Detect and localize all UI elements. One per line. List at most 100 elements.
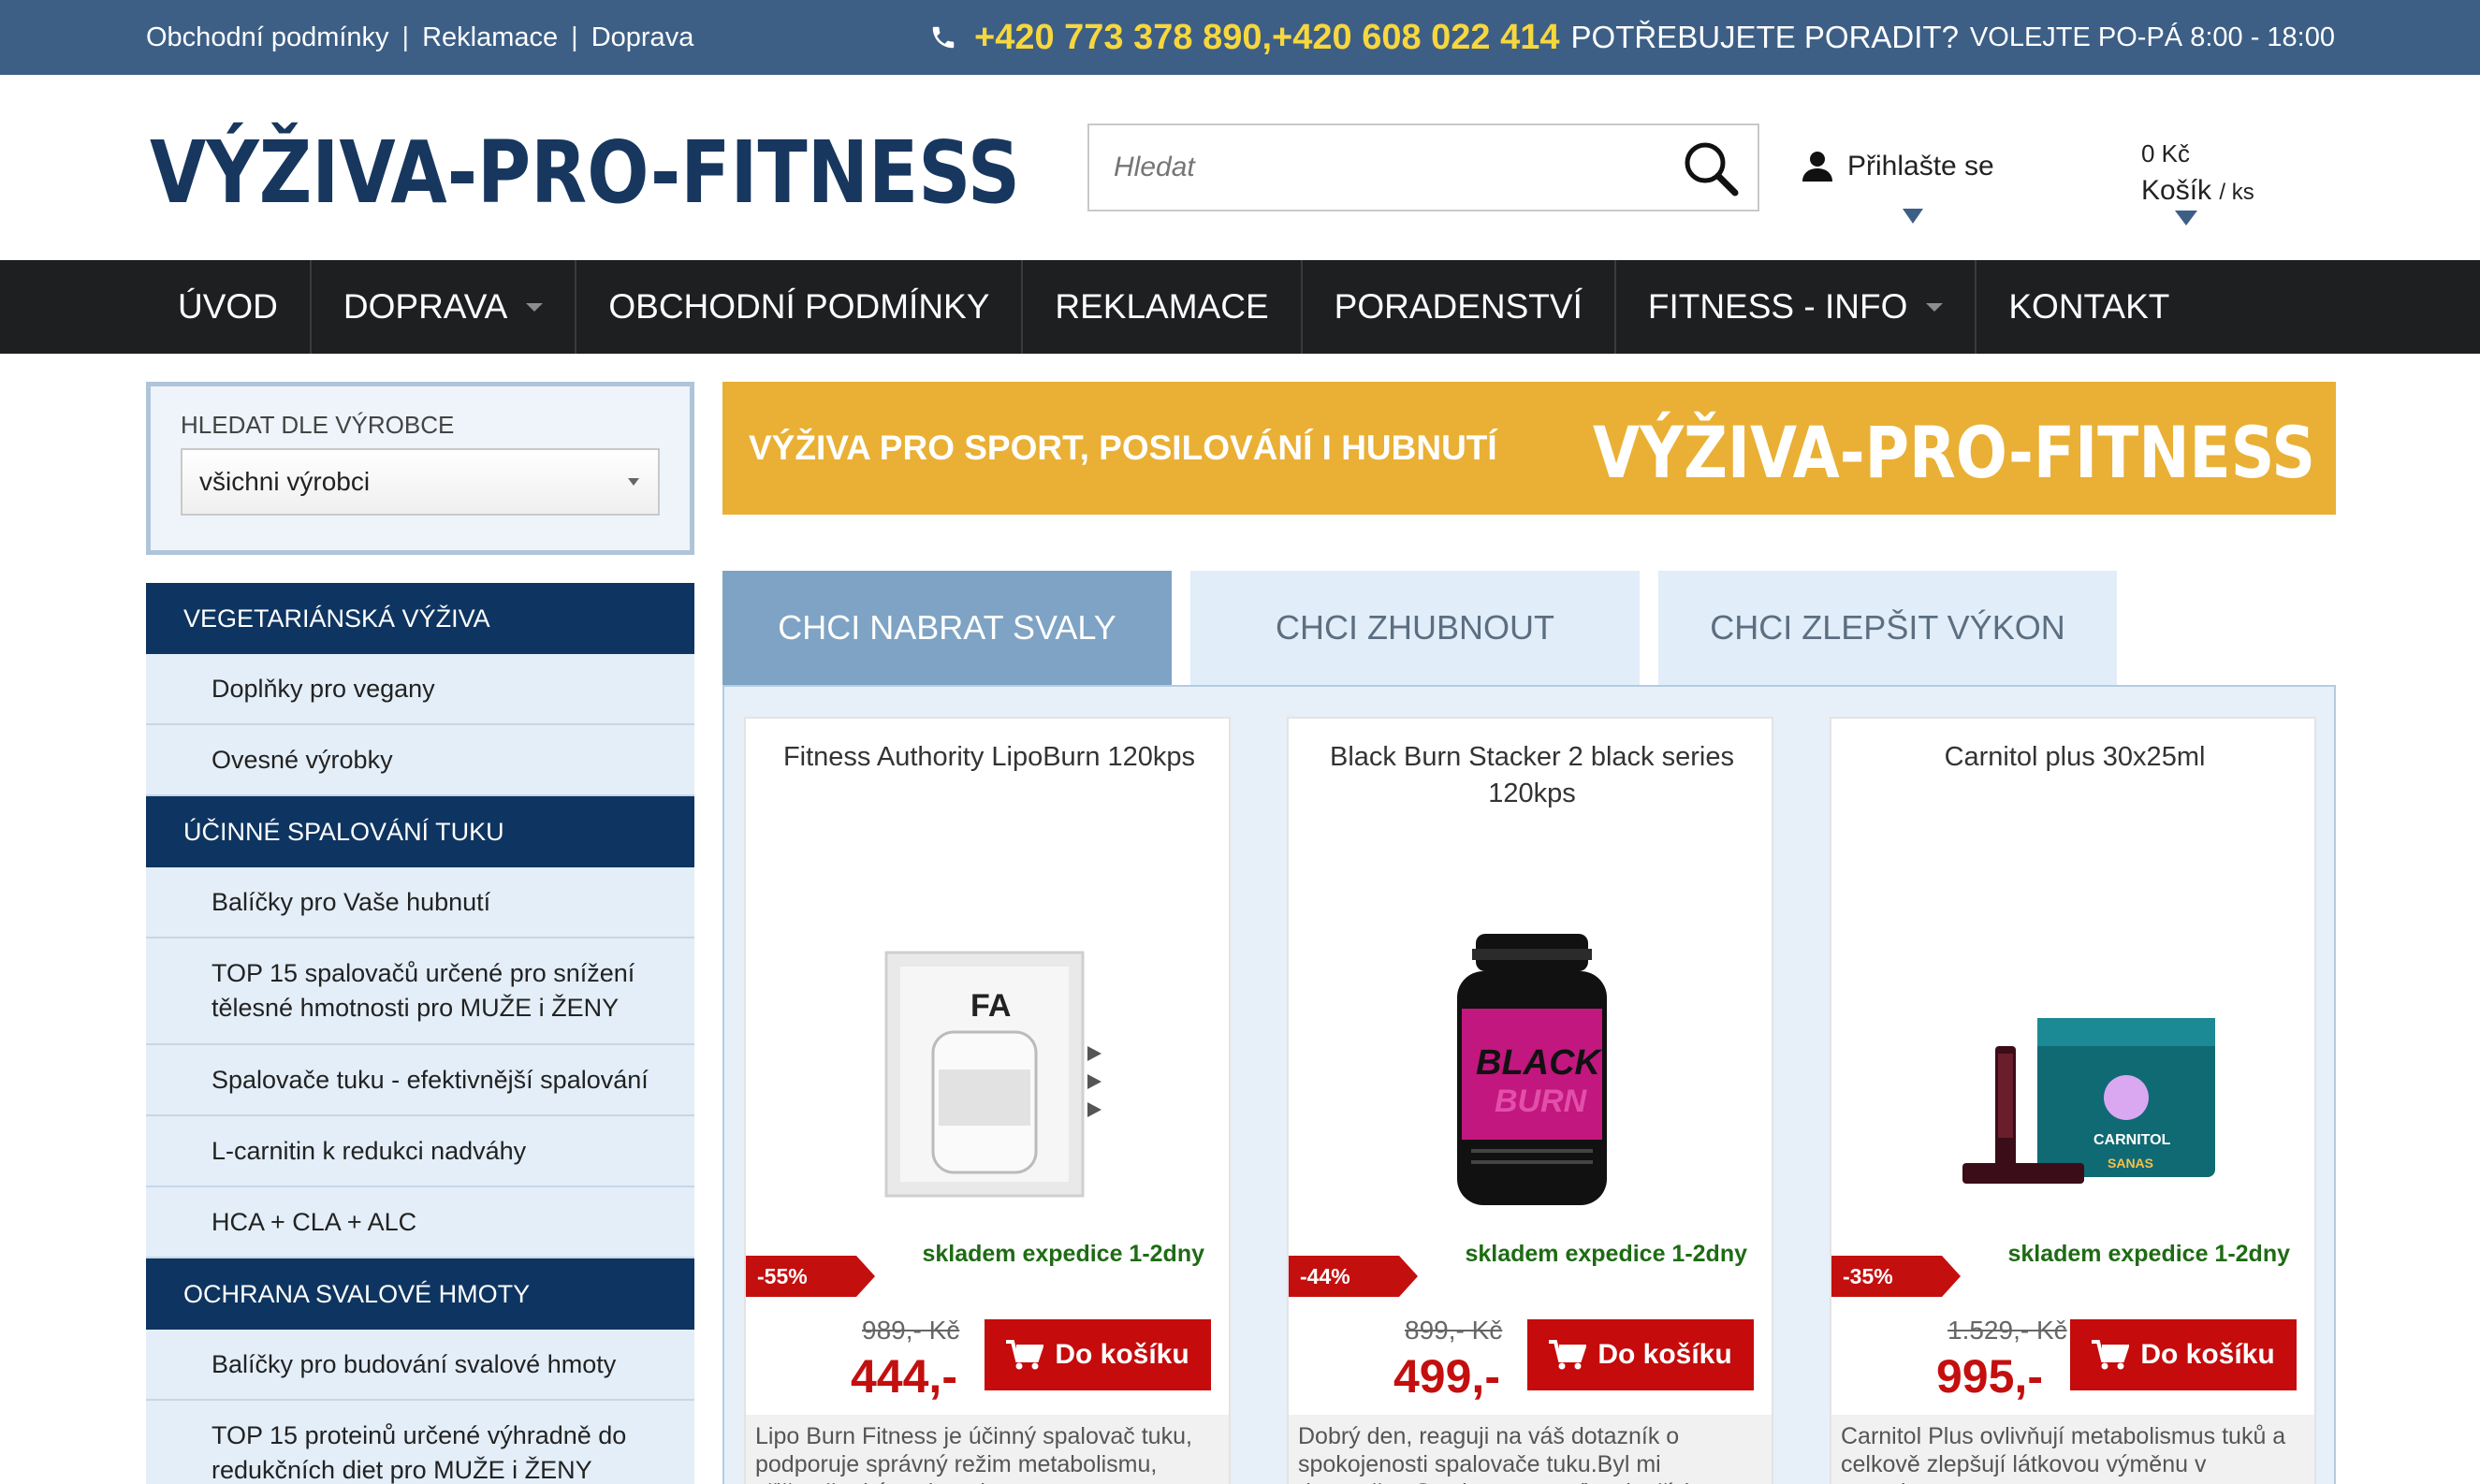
tab-build-muscle[interactable]: CHCI NABRAT SVALY (722, 571, 1172, 685)
top-links: Obchodní podmínky | Reklamace | Doprava (146, 0, 693, 75)
discount-value: -44% (1300, 1264, 1350, 1288)
nav-item-fitness-info[interactable]: FITNESS - INFO (1616, 260, 1977, 354)
nav-label: REKLAMACE (1055, 287, 1269, 326)
price: 444,- (851, 1350, 957, 1403)
phone-numbers[interactable]: +420 773 378 890,+420 608 022 414 (974, 18, 1560, 58)
top-link-separator: | (571, 22, 578, 52)
chevron-down-icon[interactable] (1903, 209, 1923, 224)
product-name[interactable]: Black Burn Stacker 2 black series 120kps (1307, 739, 1757, 812)
logo-text: VÝŽIVA-PRO-FITNESS (150, 122, 1020, 215)
nav-label: ÚVOD (178, 287, 278, 326)
category-item[interactable]: TOP 15 proteinů určené výhradně do reduk… (146, 1401, 694, 1484)
product-name[interactable]: Carnitol plus 30x25ml (1850, 739, 2299, 776)
nav-item-complaints[interactable]: REKLAMACE (1023, 260, 1303, 354)
cart-icon (1006, 1340, 1044, 1370)
top-link-shipping[interactable]: Doprava (591, 22, 694, 53)
nav-item-advice[interactable]: PORADENSTVÍ (1303, 260, 1616, 354)
nav-label: DOPRAVA (343, 287, 508, 326)
search-input[interactable] (1089, 125, 1651, 210)
svg-text:CARNITOL: CARNITOL (2093, 1132, 2171, 1148)
banner-logo-text: VÝŽIVA-PRO-FITNESS (1593, 410, 2315, 488)
category-item[interactable]: Spalovače tuku - efektivnější spalování (146, 1045, 694, 1116)
category-header[interactable]: VEGETARIÁNSKÁ VÝŽIVA (146, 583, 694, 654)
nav-label: KONTAKT (2008, 287, 2170, 326)
product-name[interactable]: Fitness Authority LipoBurn 120kps (765, 739, 1214, 776)
product-card: Fitness Authority LipoBurn 120kps FA -55… (744, 717, 1231, 1484)
cart-icon (1549, 1340, 1587, 1370)
product-image-lipoburn[interactable]: FA (839, 915, 1139, 1215)
product-card: Carnitol plus 30x25ml CARNITOL SANAS -35… (1830, 717, 2316, 1484)
header: VÝŽIVA-PRO-FITNESS Přihlašte se 0 Kč Koš… (0, 75, 2480, 260)
phone-contact: +420 773 378 890,+420 608 022 414 POTŘEB… (929, 0, 2335, 75)
manufacturer-select-value: všichni výrobci (199, 467, 371, 496)
old-price: 1.529,- Kč (1948, 1316, 2067, 1345)
add-to-cart-label: Do košíku (2140, 1339, 2275, 1370)
category-item[interactable]: Balíčky pro Vaše hubnutí (146, 867, 694, 938)
discount-value: -55% (757, 1264, 808, 1288)
tab-improve-performance[interactable]: CHCI ZLEPŠIT VÝKON (1658, 571, 2117, 685)
discount-value: -35% (1843, 1264, 1893, 1288)
stock-status: skladem expedice 1-2dny (1465, 1241, 1747, 1267)
chevron-down-icon[interactable] (2175, 211, 2197, 226)
product-description: Lipo Burn Fitness je účinný spalovač tuk… (746, 1415, 1229, 1484)
nav-label: FITNESS - INFO (1647, 287, 1908, 326)
top-bar: Obchodní podmínky | Reklamace | Doprava … (0, 0, 2480, 75)
cart-summary[interactable]: 0 Kč Košík / ks (2141, 135, 2254, 211)
search-box (1087, 124, 1759, 211)
nav-item-home[interactable]: ÚVOD (146, 260, 312, 354)
old-price: 899,- Kč (1405, 1316, 1503, 1345)
user-icon (1802, 152, 1832, 182)
category-header[interactable]: ÚČINNÉ SPALOVÁNÍ TUKU (146, 796, 694, 867)
banner-logo: VÝŽIVA-PRO-FITNESS (1593, 410, 2315, 488)
tab-lose-weight[interactable]: CHCI ZHUBNOUT (1190, 571, 1640, 685)
search-icon[interactable] (1677, 135, 1744, 202)
discount-badge: -35% (1831, 1256, 1962, 1297)
stock-status: skladem expedice 1-2dny (2007, 1241, 2290, 1267)
category-item[interactable]: L-carnitin k redukci nadváhy (146, 1116, 694, 1187)
svg-text:SANAS: SANAS (2108, 1156, 2153, 1171)
add-to-cart-label: Do košíku (1597, 1339, 1732, 1370)
category-item[interactable]: HCA + CLA + ALC (146, 1187, 694, 1258)
opening-hours: VOLEJTE PO-PÁ 8:00 - 18:00 (1969, 22, 2335, 52)
category-item[interactable]: Balíčky pro budování svalové hmoty (146, 1330, 694, 1401)
add-to-cart-button[interactable]: Do košíku (2070, 1319, 2297, 1390)
manufacturer-filter: HLEDAT DLE VÝROBCE všichni výrobci (146, 382, 694, 555)
promo-banner[interactable]: VÝŽIVA PRO SPORT, POSILOVÁNÍ I HUBNUTÍ V… (722, 382, 2336, 515)
price: 995,- (1936, 1350, 2043, 1403)
nav-item-shipping[interactable]: DOPRAVA (312, 260, 577, 354)
login-label: Přihlašte se (1847, 151, 1994, 182)
discount-badge: -44% (1289, 1256, 1420, 1297)
login-link[interactable]: Přihlašte se (1801, 150, 1994, 183)
price: 499,- (1393, 1350, 1500, 1403)
top-link-terms[interactable]: Obchodní podmínky (146, 22, 389, 53)
phone-icon (932, 26, 955, 49)
category-item[interactable]: Ovesné výrobky (146, 725, 694, 796)
cart-icon (2092, 1340, 2130, 1370)
top-link-complaints[interactable]: Reklamace (422, 22, 558, 53)
nav-label: PORADENSTVÍ (1334, 287, 1583, 326)
category-item[interactable]: Doplňky pro vegany (146, 654, 694, 725)
nav-label: OBCHODNÍ PODMÍNKY (608, 287, 990, 326)
top-link-separator: | (401, 22, 410, 52)
site-logo[interactable]: VÝŽIVA-PRO-FITNESS (150, 122, 1020, 215)
dropdown-caret-icon (1926, 302, 1944, 312)
nav-item-terms[interactable]: OBCHODNÍ PODMÍNKY (576, 260, 1024, 354)
add-to-cart-label: Do košíku (1055, 1339, 1189, 1370)
category-item[interactable]: TOP 15 spalovačů určené pro snížení těle… (146, 938, 694, 1045)
add-to-cart-button[interactable]: Do košíku (1527, 1319, 1754, 1390)
product-image-carnitol[interactable]: CARNITOL SANAS (1925, 915, 2225, 1215)
stock-status: skladem expedice 1-2dny (922, 1241, 1204, 1267)
manufacturer-select[interactable]: všichni výrobci (181, 448, 660, 516)
svg-text:BURN: BURN (1495, 1084, 1588, 1119)
cart-label: Košík (2141, 175, 2212, 206)
svg-text:BLACK: BLACK (1476, 1043, 1603, 1083)
add-to-cart-button[interactable]: Do košíku (985, 1319, 1211, 1390)
product-image-black-burn[interactable]: BLACK BURN (1382, 915, 1682, 1215)
product-card: Black Burn Stacker 2 black series 120kps… (1287, 717, 1773, 1484)
dropdown-caret-icon (526, 302, 544, 312)
category-header[interactable]: OCHRANA SVALOVÉ HMOTY (146, 1258, 694, 1330)
cart-label-line: Košík / ks (2141, 172, 2254, 211)
nav-item-contact[interactable]: KONTAKT (1977, 260, 2201, 354)
product-description: Dobrý den, reaguji na váš dotazník o spo… (1289, 1415, 1772, 1484)
product-description: Carnitol Plus ovlivňují metabolismus tuk… (1831, 1415, 2314, 1484)
